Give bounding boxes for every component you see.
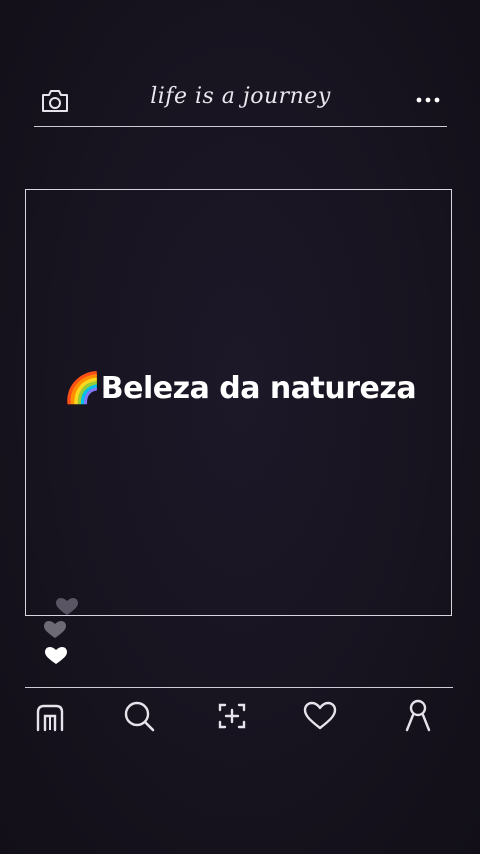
heart-icon bbox=[56, 598, 78, 615]
bottom-nav bbox=[0, 696, 480, 736]
page-title: life is a journey bbox=[150, 84, 331, 109]
add-post-icon bbox=[218, 703, 246, 729]
nav-search-button[interactable] bbox=[119, 696, 159, 736]
nav-divider bbox=[25, 687, 453, 688]
heart-icon bbox=[45, 647, 67, 664]
top-bar: life is a journey bbox=[34, 80, 447, 127]
heart-icon bbox=[303, 701, 337, 730]
floating-hearts bbox=[40, 592, 90, 672]
nav-activity-button[interactable] bbox=[300, 696, 340, 736]
profile-icon bbox=[405, 699, 431, 732]
nav-profile-button[interactable] bbox=[398, 696, 438, 736]
heart-icon bbox=[44, 621, 66, 638]
search-icon bbox=[124, 701, 155, 732]
more-button[interactable] bbox=[415, 90, 441, 110]
nav-add-button[interactable] bbox=[212, 696, 252, 736]
home-icon bbox=[36, 704, 64, 732]
more-horizontal-icon bbox=[416, 97, 440, 103]
nav-home-button[interactable] bbox=[30, 696, 70, 736]
post-caption: 🌈Beleza da natureza bbox=[63, 371, 417, 406]
